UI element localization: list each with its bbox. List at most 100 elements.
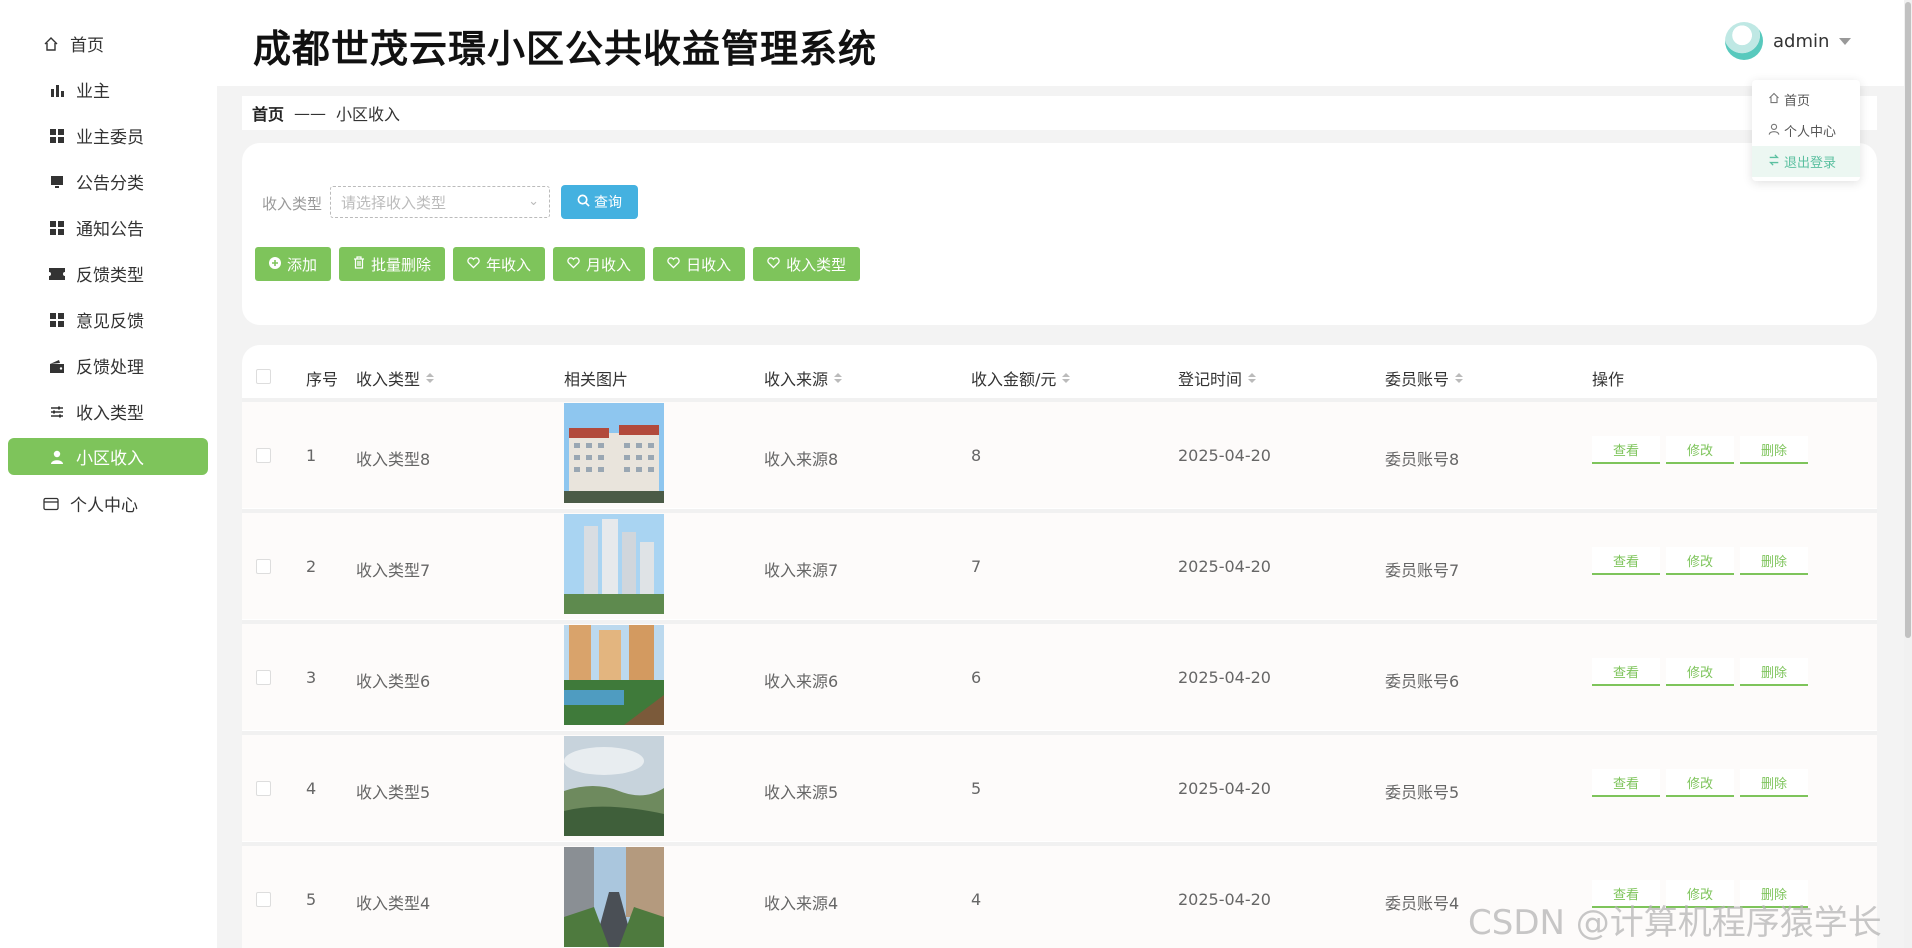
- sidebar-item-feedback-handle[interactable]: 反馈处理: [8, 347, 208, 384]
- income-image[interactable]: [564, 847, 664, 947]
- header-time[interactable]: 登记时间: [1178, 366, 1257, 390]
- sidebar-item-community-income[interactable]: 小区收入: [8, 438, 208, 475]
- row-checkbox[interactable]: [256, 670, 271, 685]
- year-income-button[interactable]: 年收入: [453, 247, 546, 281]
- monitor-icon: [46, 175, 68, 189]
- batch-delete-button[interactable]: 批量删除: [339, 247, 446, 281]
- edit-button[interactable]: 修改: [1666, 769, 1734, 797]
- sort-icon[interactable]: [834, 373, 843, 383]
- cell-source: 收入来源7: [764, 561, 839, 580]
- cell-amount: 5: [971, 779, 982, 798]
- header-account[interactable]: 委员账号: [1385, 366, 1464, 390]
- select-all-checkbox[interactable]: [256, 369, 271, 384]
- sidebar-item-label: 反馈类型: [76, 266, 144, 286]
- watermark: CSDN @计算机程序猿学长: [1468, 903, 1882, 943]
- row-actions: 查看 修改 删除: [1592, 547, 1808, 575]
- sort-icon[interactable]: [1455, 373, 1464, 383]
- income-type-select[interactable]: 请选择收入类型 ⌄: [330, 186, 550, 218]
- sidebar-item-label: 通知公告: [76, 220, 144, 240]
- sort-icon[interactable]: [1062, 373, 1071, 383]
- user-menu[interactable]: admin: [1725, 22, 1852, 60]
- trash-icon: [353, 255, 365, 273]
- income-image[interactable]: [564, 514, 664, 614]
- sidebar-item-feedback[interactable]: 意见反馈: [8, 301, 208, 338]
- cell-source: 收入来源4: [764, 894, 839, 913]
- sidebar-item-notice[interactable]: 通知公告: [8, 209, 208, 246]
- breadcrumb-home[interactable]: 首页: [252, 101, 284, 125]
- row-checkbox[interactable]: [256, 559, 271, 574]
- add-button-label: 添加: [287, 255, 318, 274]
- income-image[interactable]: [564, 736, 664, 836]
- header-amount[interactable]: 收入金额/元: [971, 366, 1071, 390]
- sidebar-item-notice-category[interactable]: 公告分类: [8, 163, 208, 200]
- cell-amount: 4: [971, 890, 982, 909]
- dropdown-item-home[interactable]: 首页: [1752, 84, 1860, 115]
- month-income-button[interactable]: 月收入: [553, 247, 646, 281]
- view-button[interactable]: 查看: [1592, 769, 1660, 797]
- sidebar-item-personal[interactable]: 个人中心: [8, 485, 208, 522]
- dropdown-item-label: 退出登录: [1784, 156, 1837, 171]
- cell-time: 2025-04-20: [1178, 446, 1271, 465]
- query-button-label: 查询: [594, 195, 622, 211]
- cell-account: 委员账号6: [1385, 672, 1460, 691]
- sidebar-item-owner[interactable]: 业主: [8, 71, 208, 108]
- sidebar-item-feedback-type[interactable]: 反馈类型: [8, 255, 208, 292]
- cell-type: 收入类型7: [356, 561, 431, 580]
- income-image[interactable]: [564, 403, 664, 503]
- sort-icon[interactable]: [1248, 373, 1257, 383]
- wallet-icon: [46, 359, 68, 373]
- select-placeholder: 请选择收入类型: [341, 193, 447, 212]
- dropdown-item-logout[interactable]: 退出登录: [1752, 146, 1860, 177]
- header-label: 收入来源: [764, 370, 829, 389]
- row-checkbox[interactable]: [256, 781, 271, 796]
- add-button[interactable]: 添加: [255, 247, 332, 281]
- sidebar: 首页 业主 业主委员 公告分类 通知公告 反馈类型 意见反馈 反馈处理 收入类型…: [0, 0, 217, 948]
- income-type-button[interactable]: 收入类型: [753, 247, 861, 281]
- grid-icon: [46, 220, 68, 235]
- user-dropdown: 首页 个人中心 退出登录: [1752, 80, 1860, 181]
- cell-time: 2025-04-20: [1178, 779, 1271, 798]
- sidebar-item-label: 反馈处理: [76, 358, 144, 378]
- cell-source: 收入来源6: [764, 672, 839, 691]
- row-checkbox[interactable]: [256, 448, 271, 463]
- sidebar-item-label: 业主: [76, 82, 110, 102]
- view-button[interactable]: 查看: [1592, 658, 1660, 686]
- table-row: 1 收入类型8 收入来源8 8 2025-04-20 委员账号8 查看 修改 删…: [242, 398, 1877, 508]
- grid-icon: [46, 128, 68, 143]
- sidebar-item-income-type[interactable]: 收入类型: [8, 393, 208, 430]
- username[interactable]: admin: [1773, 31, 1829, 52]
- header-ops: 操作: [1592, 366, 1624, 390]
- header-type[interactable]: 收入类型: [356, 366, 435, 390]
- avatar[interactable]: [1725, 22, 1763, 60]
- user-icon: [1768, 123, 1780, 139]
- cell-account: 委员账号8: [1385, 450, 1460, 469]
- view-button[interactable]: 查看: [1592, 436, 1660, 464]
- month-income-label: 月收入: [586, 255, 632, 274]
- edit-button[interactable]: 修改: [1666, 547, 1734, 575]
- delete-button[interactable]: 删除: [1740, 769, 1808, 797]
- page-scrollbar[interactable]: [1904, 0, 1912, 948]
- day-income-label: 日收入: [686, 255, 732, 274]
- sidebar-item-label: 意见反馈: [76, 312, 144, 332]
- edit-button[interactable]: 修改: [1666, 436, 1734, 464]
- heart-icon: [767, 255, 780, 273]
- chevron-down-icon[interactable]: [1839, 37, 1852, 45]
- income-image[interactable]: [564, 625, 664, 725]
- sort-icon[interactable]: [426, 373, 435, 383]
- dropdown-item-personal[interactable]: 个人中心: [1752, 115, 1860, 146]
- scrollbar-thumb[interactable]: [1905, 2, 1911, 638]
- view-button[interactable]: 查看: [1592, 547, 1660, 575]
- edit-button[interactable]: 修改: [1666, 658, 1734, 686]
- header-source[interactable]: 收入来源: [764, 366, 843, 390]
- sidebar-item-home[interactable]: 首页: [8, 25, 208, 62]
- day-income-button[interactable]: 日收入: [653, 247, 746, 281]
- logout-icon: [1768, 153, 1780, 170]
- query-button[interactable]: 查询: [561, 185, 638, 219]
- income-type-label: 收入类型: [786, 255, 847, 274]
- row-checkbox[interactable]: [256, 892, 271, 907]
- heart-icon: [467, 255, 480, 273]
- delete-button[interactable]: 删除: [1740, 547, 1808, 575]
- delete-button[interactable]: 删除: [1740, 436, 1808, 464]
- delete-button[interactable]: 删除: [1740, 658, 1808, 686]
- sidebar-item-committee[interactable]: 业主委员: [8, 117, 208, 154]
